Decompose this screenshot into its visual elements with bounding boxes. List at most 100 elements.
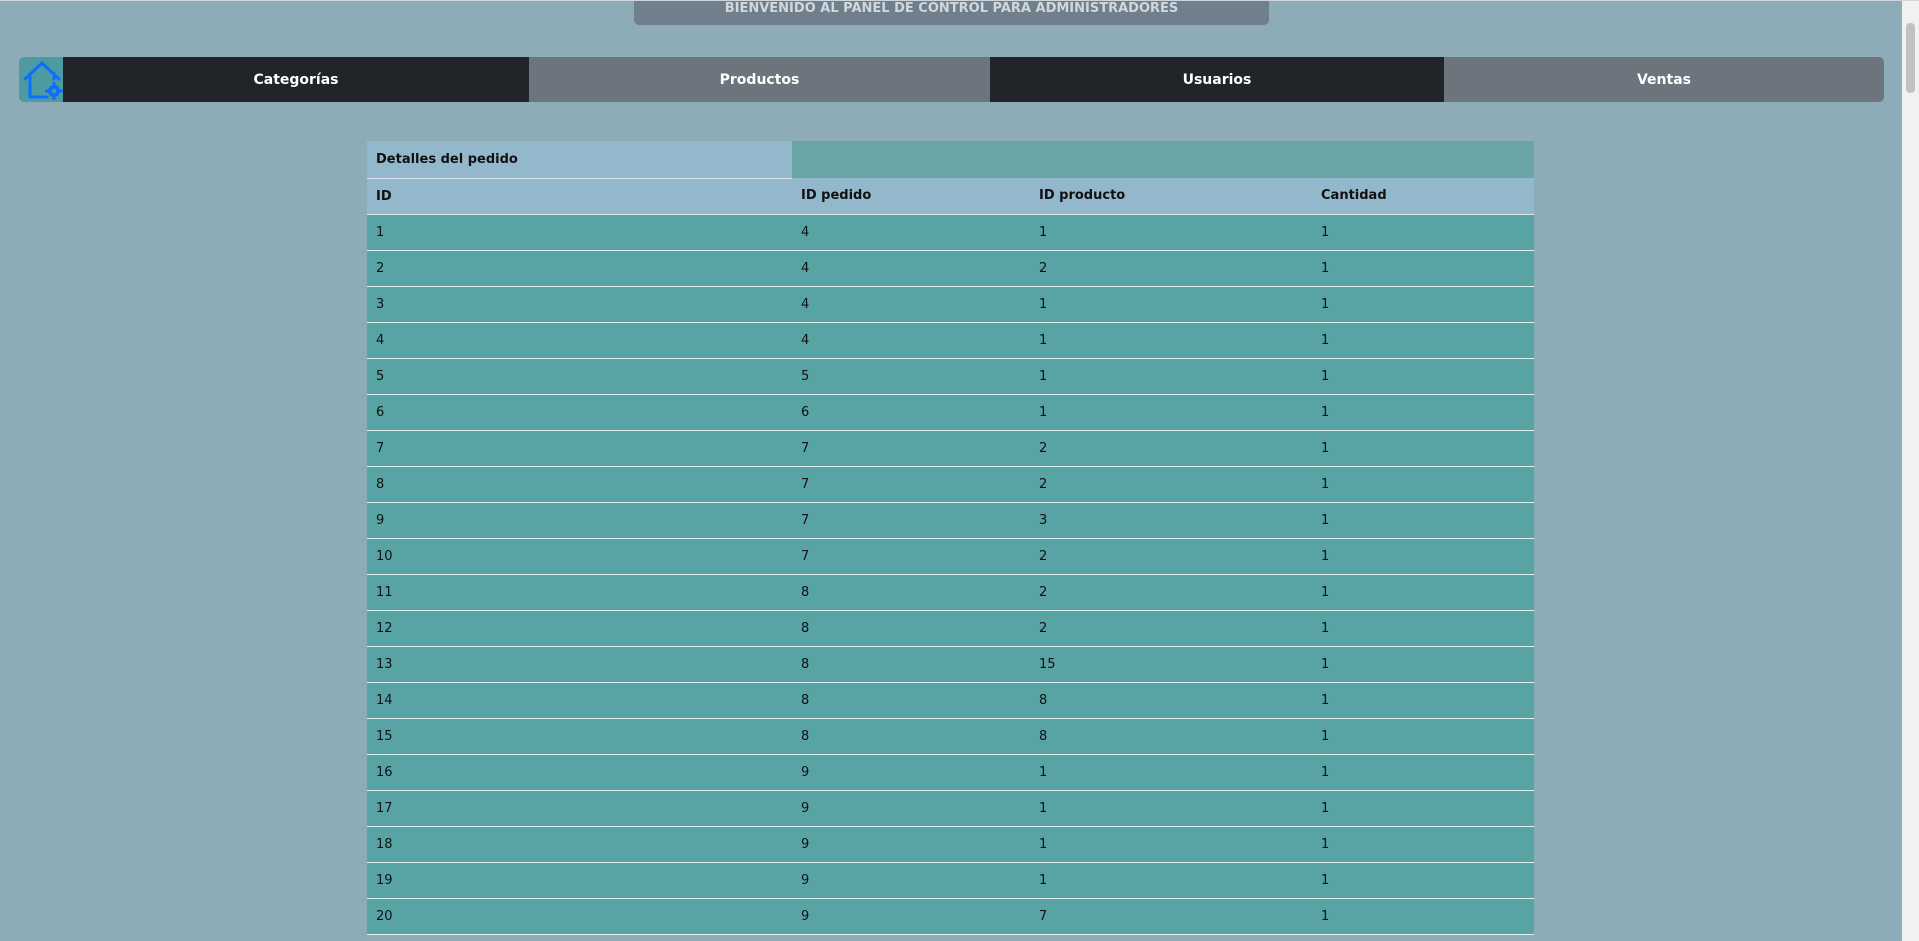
cell-cantidad: 1	[1312, 394, 1534, 431]
cell-cantidad: 1	[1312, 466, 1534, 503]
header-id-producto: ID producto	[1030, 178, 1312, 215]
cell-id-producto: 8	[1030, 718, 1312, 755]
table-caption: Detalles del pedido	[367, 141, 792, 179]
cell-cantidad: 1	[1312, 682, 1534, 719]
cell-id: 14	[367, 682, 792, 719]
cell-id-pedido: 8	[792, 610, 1030, 647]
cell-cantidad: 1	[1312, 574, 1534, 611]
cell-cantidad: 1	[1312, 898, 1534, 935]
cell-cantidad: 1	[1312, 790, 1534, 827]
cell-id-producto: 2	[1030, 430, 1312, 467]
welcome-banner: BIENVENIDO AL PANEL DE CONTROL PARA ADMI…	[634, 1, 1269, 25]
table-row: 18 9 1 1	[367, 826, 1534, 863]
cell-id-pedido: 4	[792, 214, 1030, 251]
cell-id-producto: 7	[1030, 898, 1312, 935]
table-row: 8721	[367, 466, 1534, 503]
cell-cantidad: 1	[1312, 754, 1534, 791]
cell-id-pedido: 7	[792, 430, 1030, 467]
table-row: 9731	[367, 502, 1534, 539]
cell-cantidad: 1	[1312, 538, 1534, 575]
cell-id-pedido: 9	[792, 790, 1030, 827]
cell-id: 3	[367, 286, 792, 323]
cell-id-producto: 1	[1030, 286, 1312, 323]
nav-ventas[interactable]: Ventas	[1444, 57, 1884, 102]
cell-id-producto: 1	[1030, 826, 1312, 863]
admin-page: BIENVENIDO AL PANEL DE CONTROL PARA ADMI…	[0, 0, 1919, 941]
cell-id: 5	[367, 358, 792, 395]
table-row: 19 9 1 1	[367, 862, 1534, 899]
cell-cantidad: 1	[1312, 610, 1534, 647]
cell-cantidad: 1	[1312, 286, 1534, 323]
cell-id-producto: 2	[1030, 574, 1312, 611]
table-caption-fill	[792, 141, 1534, 178]
table-row: 20 9 7 1	[367, 898, 1534, 935]
cell-cantidad: 1	[1312, 502, 1534, 539]
cell-id-pedido: 8	[792, 718, 1030, 755]
cell-cantidad: 1	[1312, 250, 1534, 287]
main-nav: Categorías Productos Usuarios Ventas	[19, 57, 1884, 102]
cell-id-pedido: 9	[792, 826, 1030, 863]
cell-id-producto: 3	[1030, 502, 1312, 539]
header-cantidad: Cantidad	[1312, 178, 1534, 215]
cell-id-producto: 1	[1030, 790, 1312, 827]
cell-id-producto: 2	[1030, 610, 1312, 647]
cell-id-pedido: 4	[792, 322, 1030, 359]
cell-id-producto: 1	[1030, 754, 1312, 791]
cell-id: 4	[367, 322, 792, 359]
nav-usuarios[interactable]: Usuarios	[990, 57, 1444, 102]
cell-id-pedido: 7	[792, 502, 1030, 539]
home-link[interactable]	[19, 57, 63, 102]
order-details-table-wrap: Detalles del pedido ID ID pedido ID prod…	[367, 141, 1534, 935]
cell-id-pedido: 9	[792, 754, 1030, 791]
cell-id: 7	[367, 430, 792, 467]
table-row: 3411	[367, 286, 1534, 323]
cell-cantidad: 1	[1312, 718, 1534, 755]
cell-cantidad: 1	[1312, 862, 1534, 899]
house-gear-icon	[23, 61, 63, 100]
cell-cantidad: 1	[1312, 214, 1534, 251]
cell-id: 12	[367, 610, 792, 647]
cell-id-producto: 15	[1030, 646, 1312, 683]
cell-id-producto: 2	[1030, 250, 1312, 287]
table-caption-row: Detalles del pedido	[367, 141, 1534, 179]
table-row: 15 8 8 1	[367, 718, 1534, 755]
cell-cantidad: 1	[1312, 358, 1534, 395]
cell-id-pedido: 9	[792, 862, 1030, 899]
cell-id: 16	[367, 754, 792, 791]
nav-productos[interactable]: Productos	[529, 57, 990, 102]
header-id-pedido: ID pedido	[792, 178, 1030, 215]
cell-id: 20	[367, 898, 792, 935]
table-header-row: ID ID pedido ID producto Cantidad	[367, 178, 1534, 215]
table-row: 17 9 1 1	[367, 790, 1534, 827]
cell-id-pedido: 8	[792, 682, 1030, 719]
cell-id-producto: 1	[1030, 358, 1312, 395]
table-row: 10 7 2 1	[367, 538, 1534, 575]
table-row: 2421	[367, 250, 1534, 287]
cell-id-pedido: 5	[792, 358, 1030, 395]
cell-cantidad: 1	[1312, 430, 1534, 467]
cell-cantidad: 1	[1312, 322, 1534, 359]
cell-id: 6	[367, 394, 792, 431]
table-row: 11 8 2 1	[367, 574, 1534, 611]
cell-id-producto: 1	[1030, 322, 1312, 359]
cell-id: 19	[367, 862, 792, 899]
table-body: 1 4 1 1 2 4 2 1 3 4 1 1 4 4 1 1 5 5 1 1 6 6 1 1 7 7 2 1 8 7 2 1 9 7 3 1 10 7 2…	[367, 214, 1534, 935]
cell-cantidad: 1	[1312, 826, 1534, 863]
cell-id: 17	[367, 790, 792, 827]
cell-id-pedido: 7	[792, 466, 1030, 503]
cell-id: 9	[367, 502, 792, 539]
table-row: 5511	[367, 358, 1534, 395]
cell-id-pedido: 4	[792, 286, 1030, 323]
cell-id-pedido: 4	[792, 250, 1030, 287]
vertical-scrollbar[interactable]	[1902, 1, 1919, 941]
order-details-table: Detalles del pedido ID ID pedido ID prod…	[367, 141, 1534, 935]
cell-id-producto: 2	[1030, 538, 1312, 575]
nav-categorias[interactable]: Categorías	[63, 57, 529, 102]
cell-id-producto: 2	[1030, 466, 1312, 503]
table-row: 13 8 15 1	[367, 646, 1534, 683]
cell-id: 10	[367, 538, 792, 575]
cell-id-producto: 1	[1030, 862, 1312, 899]
cell-id-producto: 1	[1030, 214, 1312, 251]
table-row: 12 8 2 1	[367, 610, 1534, 647]
scrollbar-thumb[interactable]	[1906, 23, 1915, 93]
